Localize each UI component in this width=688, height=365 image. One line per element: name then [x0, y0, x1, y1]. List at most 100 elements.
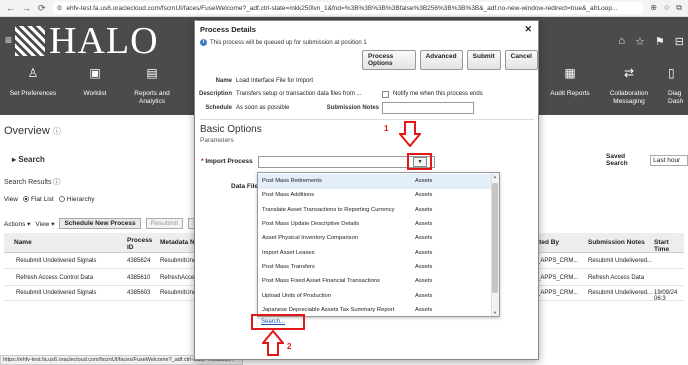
row-name: Resubmit Undelivered Signals [16, 290, 97, 296]
col-name[interactable]: Name [14, 239, 32, 246]
process-details-dialog: Process Details ✕ i This process will be… [194, 20, 539, 360]
list-scrollbar[interactable]: ▲ ▼ [491, 173, 499, 316]
springboard-audit-reports[interactable]: ▦ Audit Reports [546, 67, 594, 98]
reload-icon[interactable]: ⟳ [38, 3, 46, 14]
address-bar[interactable]: ⚙ ehfv-test.fa.us6.oraclecloud.com/fscmU… [51, 2, 645, 14]
name-label: Name [215, 78, 232, 84]
hamburger-menu-icon[interactable]: ≡ [5, 33, 12, 47]
browser-nav: ← → ⟳ [0, 3, 46, 14]
list-item[interactable]: Upload Units of Production Assets [258, 289, 491, 304]
list-item[interactable]: Post Mass Additions Assets [258, 188, 491, 203]
submit-button[interactable]: Submit [466, 50, 501, 70]
favorite-icon[interactable]: ☆ [635, 35, 645, 48]
item-name: Translate Asset Transactions to Reportin… [262, 207, 395, 213]
arrow-up-icon [262, 330, 284, 356]
back-icon[interactable]: ← [6, 3, 15, 14]
scroll-up-icon[interactable]: ▲ [492, 174, 498, 179]
view-label: View [4, 196, 18, 203]
col-start-time[interactable]: Start Time [654, 239, 684, 253]
help-circle-icon[interactable]: ⓘ [53, 127, 61, 136]
item-name: Post Mass Additions [262, 192, 315, 198]
person-gear-icon: ♙ [27, 66, 39, 80]
home-icon[interactable]: ⌂ [618, 35, 625, 48]
forward-icon[interactable]: → [22, 3, 31, 14]
item-category: Assets [415, 278, 433, 284]
view-menu-label: View [35, 220, 50, 228]
springboard-diag[interactable]: ▯ Diag Dash [668, 66, 688, 106]
actions-menu[interactable]: Actions ▾ [4, 220, 30, 228]
springboard-label: Worklist [83, 90, 107, 97]
list-item[interactable]: Import Asset Leases Assets [258, 246, 491, 261]
list-item[interactable]: Post Mass Update Descriptive Details Asse… [258, 217, 491, 232]
schedule-value: As soon as possible [236, 105, 290, 111]
close-icon[interactable]: ✕ [524, 24, 532, 35]
flat-list-label: Flat List [30, 196, 54, 203]
springboard-set-preferences[interactable]: ♙ Set Preferences [8, 66, 58, 98]
item-name: Post Mass Fixed Asset Financial Transact… [262, 278, 380, 284]
flat-list-radio[interactable]: Flat List [22, 196, 54, 203]
overview-text: Overview [4, 125, 50, 137]
zoom-icon[interactable]: ⊕ [650, 3, 657, 13]
dropdown-highlight [407, 153, 432, 170]
hierarchy-radio[interactable]: Hierarchy [58, 196, 95, 203]
springboard-label: Audit Reports [550, 90, 590, 97]
radio-on-icon [22, 196, 29, 203]
hierarchy-label: Hierarchy [66, 196, 95, 203]
saved-search: Saved Search Last hour [606, 153, 688, 167]
row-meta: RefreshAcce [160, 275, 195, 281]
schedule-new-process-button[interactable]: Schedule New Process [59, 218, 141, 229]
springboard-worklist[interactable]: ▣ Worklist [78, 67, 112, 98]
item-category: Assets [415, 293, 433, 299]
view-menu[interactable]: View ▾ [35, 220, 54, 228]
resubmit-button[interactable]: Resubmit [145, 218, 184, 229]
saved-search-label: Saved Search [606, 153, 628, 167]
extensions-icon[interactable]: ⧉ [676, 3, 682, 13]
list-item[interactable]: Asset Physical Inventory Comparison Asset… [258, 231, 491, 246]
help-icon[interactable]: ⊟ [675, 35, 684, 48]
scroll-down-icon[interactable]: ▼ [492, 310, 498, 315]
search-section[interactable]: ▸ Search [12, 155, 45, 164]
site-info-icon[interactable]: ⚙ [57, 4, 63, 12]
search-label: Search [18, 155, 45, 164]
scroll-thumb[interactable] [492, 183, 498, 293]
list-item[interactable]: Post Mass Transfers Assets [258, 260, 491, 275]
item-category: Assets [415, 235, 433, 241]
submission-notes-label: Submission Notes [326, 105, 379, 111]
browser-toolbar: ← → ⟳ ⚙ ehfv-test.fa.us6.oraclecloud.com… [0, 0, 688, 17]
flag-icon[interactable]: ⚑ [655, 35, 665, 48]
item-name: Post Mass Update Descriptive Details [262, 221, 359, 227]
submission-notes-input[interactable] [382, 102, 474, 114]
springboard-reports[interactable]: ▤ Reports and Analytics [128, 66, 176, 106]
help-circle-icon[interactable]: ⓘ [53, 179, 60, 186]
radio-off-icon [58, 196, 65, 203]
item-name: Post Mass Transfers [262, 264, 315, 270]
description-label: Description [198, 91, 232, 97]
col-submitted-by[interactable]: tted By [537, 239, 559, 246]
item-category: Assets [415, 307, 433, 313]
bookmark-icon[interactable]: ☆ [663, 3, 670, 13]
row-name: Refresh Access Control Data [16, 275, 94, 281]
step-2-label: 2 [287, 342, 292, 351]
view-mode: View Flat List Hierarchy [4, 196, 95, 203]
row-by: _APPS_CRM... [537, 290, 579, 296]
cancel-button[interactable]: Cancel [504, 50, 538, 70]
doc-icon: ▯ [668, 66, 675, 80]
notify-checkbox[interactable] [382, 91, 389, 98]
saved-search-select[interactable]: Last hour [650, 154, 688, 166]
actions-label: Actions [4, 220, 26, 228]
list-item[interactable]: Post Mass Retirements Assets [258, 174, 491, 189]
logo-flag-icon [15, 26, 45, 56]
col-submission-notes[interactable]: Submission Notes [588, 239, 645, 246]
search-link-highlight [251, 314, 305, 330]
row-start: 19/09/24 06:3 [654, 290, 678, 302]
col-process-id[interactable]: Process ID [127, 237, 157, 251]
advanced-button[interactable]: Advanced [419, 50, 463, 70]
item-name: Upload Units of Production [262, 293, 331, 299]
springboard-collaboration[interactable]: ⇄ Collaboration Messaging [604, 67, 654, 106]
search-results-heading: Search Results ⓘ [4, 177, 60, 187]
list-item[interactable]: Translate Asset Transactions to Reportin… [258, 203, 491, 218]
list-item[interactable]: Post Mass Fixed Asset Financial Transact… [258, 274, 491, 289]
process-options-button[interactable]: Process Options [362, 50, 416, 70]
col-metadata[interactable]: Metadata N [160, 239, 195, 246]
chart-icon: ▤ [146, 66, 158, 80]
